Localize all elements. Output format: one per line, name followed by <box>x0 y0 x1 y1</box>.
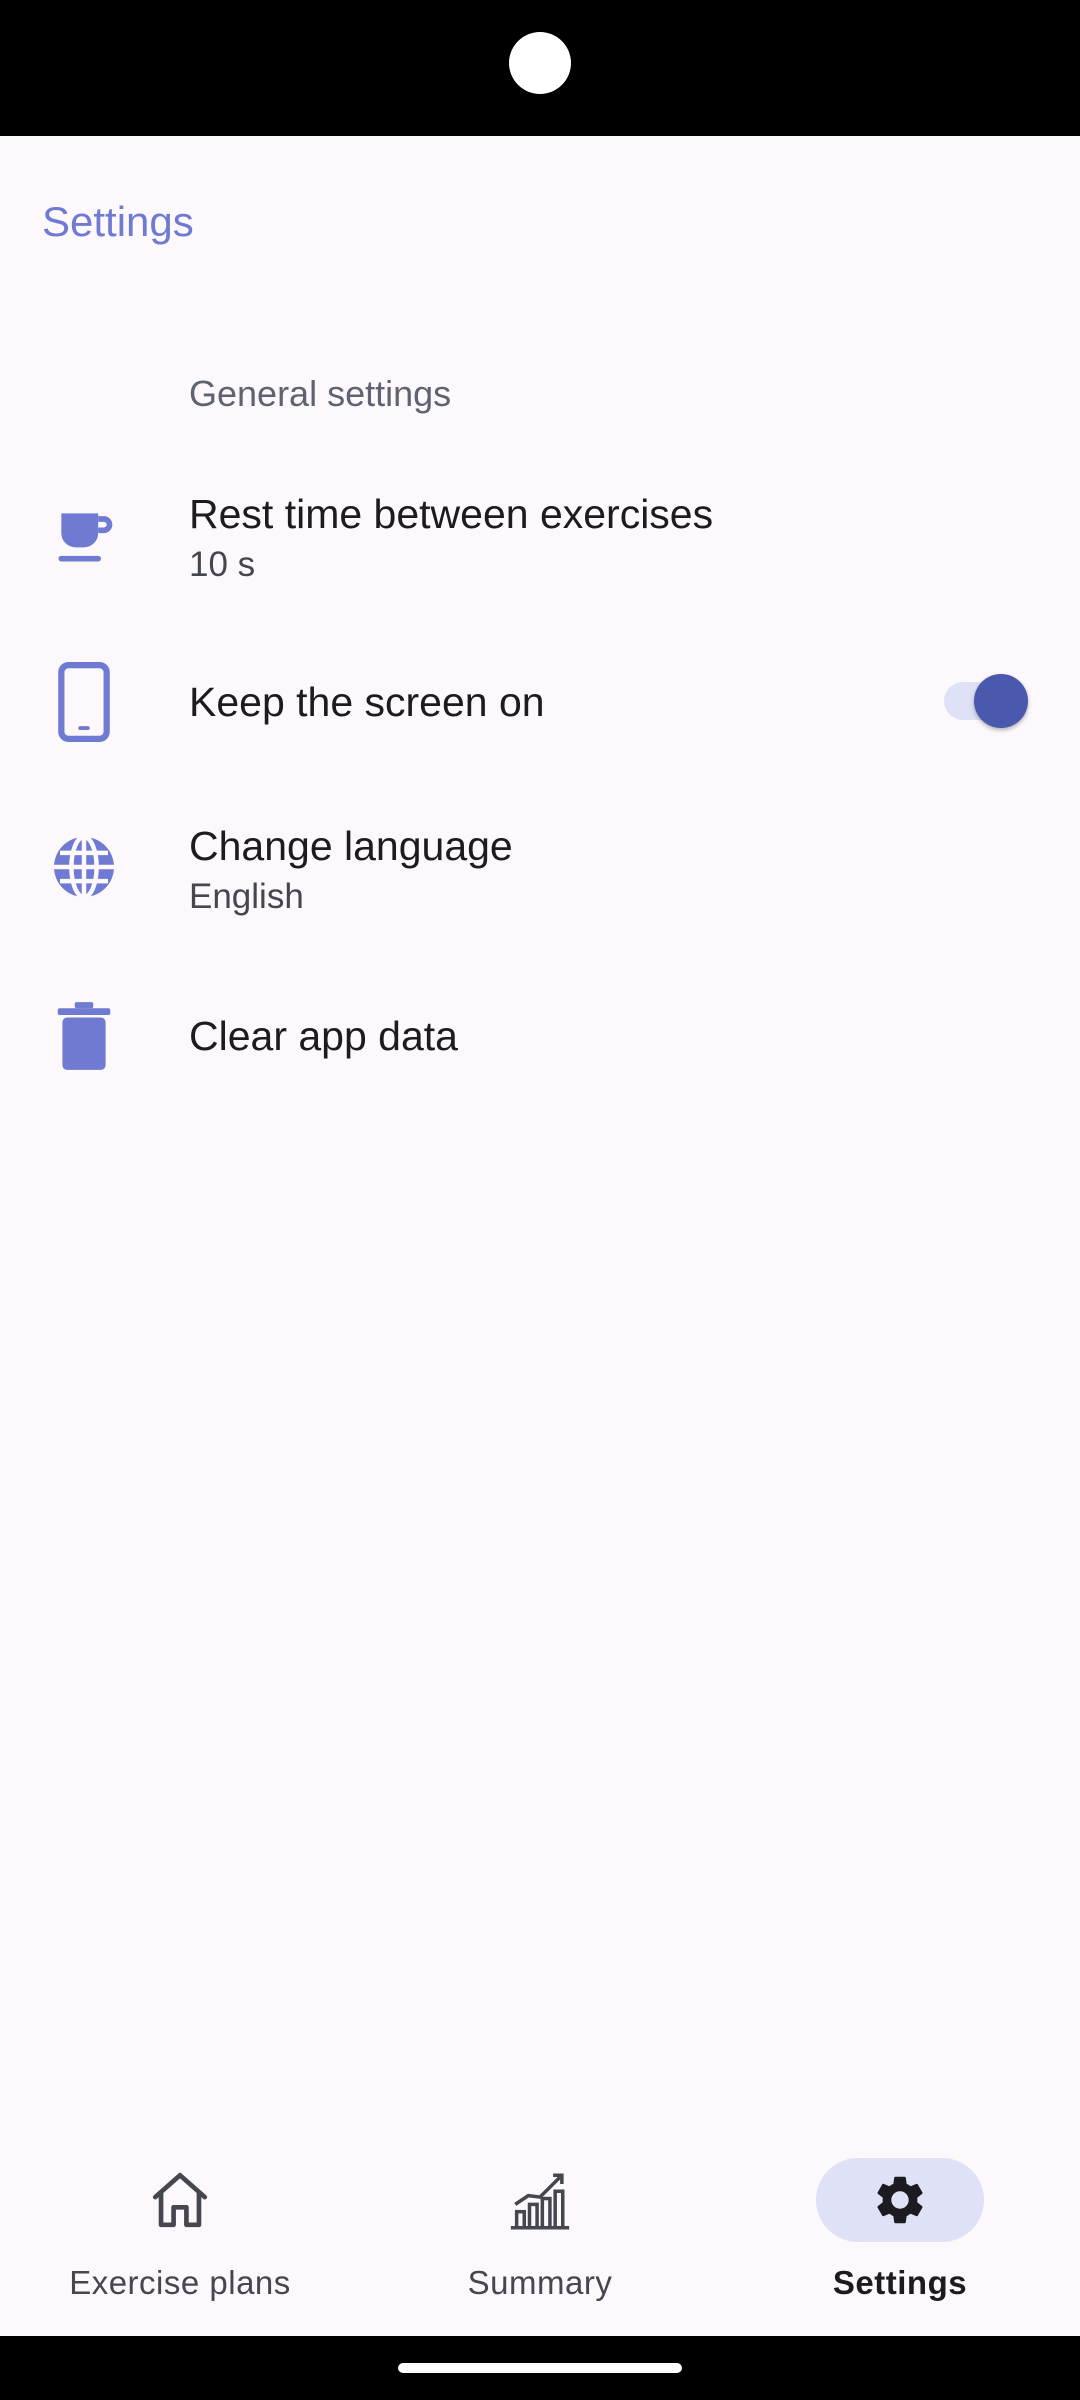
setting-value: English <box>189 877 304 916</box>
nav-item-settings[interactable]: Settings <box>720 2130 1080 2336</box>
camera-cutout <box>509 32 571 94</box>
nav-label: Summary <box>467 2264 613 2301</box>
cup-icon <box>44 496 124 576</box>
setting-rest-time[interactable]: Rest time between exercises 10 s <box>0 470 1080 610</box>
setting-change-language[interactable]: Change language English <box>0 802 1080 942</box>
nav-item-summary[interactable]: Summary <box>360 2130 720 2336</box>
setting-keep-screen-on[interactable]: Keep the screen on <box>0 650 1080 754</box>
section-header: General settings <box>189 373 452 414</box>
phone-icon <box>44 662 124 742</box>
home-icon <box>96 2158 264 2242</box>
bottom-navigation: Exercise plans Summary Settings <box>0 2130 1080 2336</box>
setting-clear-data[interactable]: Clear app data <box>0 984 1080 1088</box>
setting-title: Change language <box>189 823 513 869</box>
setting-title: Keep the screen on <box>189 679 545 725</box>
nav-label: Settings <box>832 2264 968 2301</box>
home-gesture-handle[interactable] <box>398 2363 682 2373</box>
gesture-navigation-bar <box>0 2336 1080 2400</box>
nav-item-exercise-plans[interactable]: Exercise plans <box>0 2130 360 2336</box>
keep-screen-on-toggle[interactable] <box>944 670 1030 732</box>
setting-title: Clear app data <box>189 1013 458 1059</box>
gear-icon <box>816 2158 984 2242</box>
trash-icon <box>44 996 124 1076</box>
globe-icon <box>44 827 124 907</box>
nav-label: Exercise plans <box>69 2264 291 2301</box>
toggle-thumb <box>974 674 1028 728</box>
chart-icon <box>456 2158 624 2242</box>
status-bar <box>0 0 1080 136</box>
page-title: Settings <box>42 198 194 245</box>
setting-value: 10 s <box>189 545 256 584</box>
setting-title: Rest time between exercises <box>189 491 714 537</box>
